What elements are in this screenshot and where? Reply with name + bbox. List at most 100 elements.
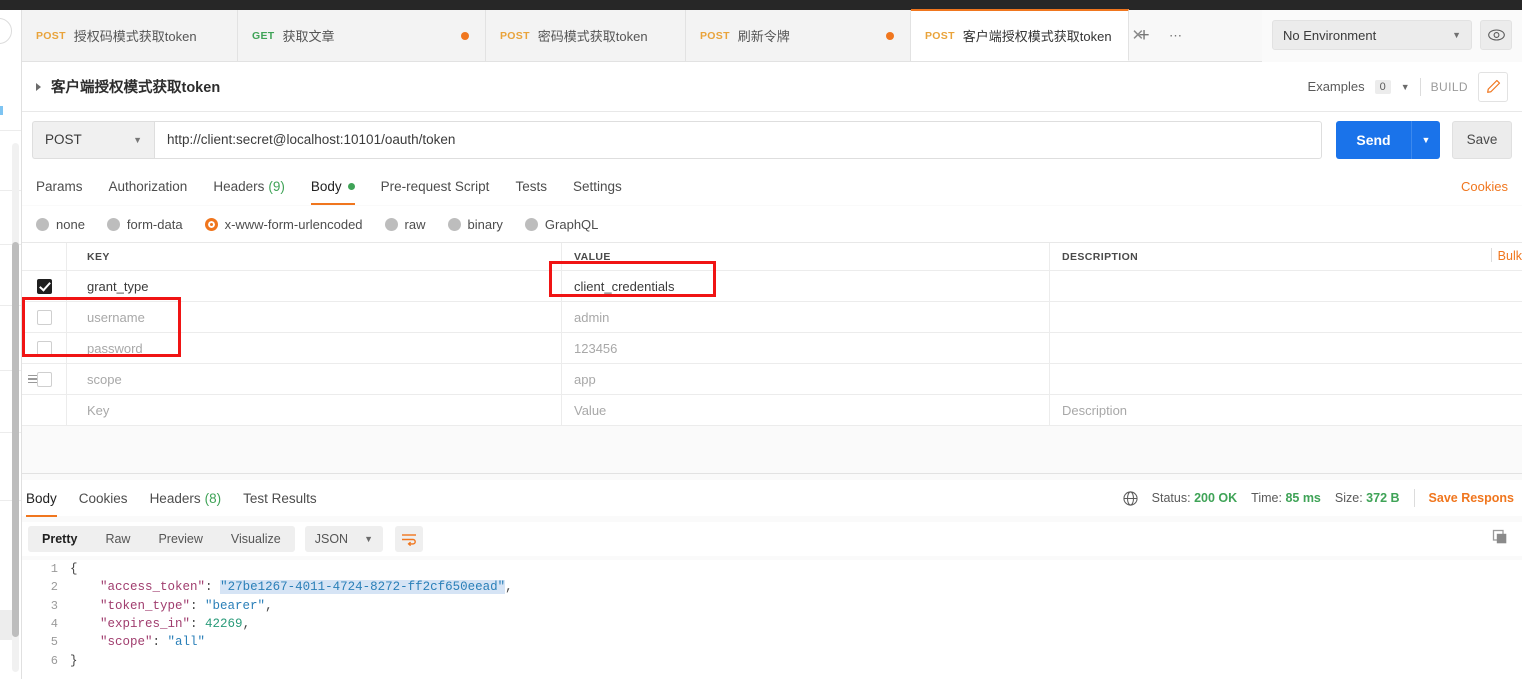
line-number: 1: [50, 562, 58, 577]
row-key-cell[interactable]: username: [67, 302, 562, 332]
new-row-description-input[interactable]: Description: [1050, 395, 1522, 425]
tab-body[interactable]: Body: [310, 167, 355, 205]
response-status-bar: Status: 200 OK Time: 85 ms Size: 372 B S…: [1123, 489, 1518, 507]
row-description-cell[interactable]: [1050, 302, 1522, 332]
header-cell-value: VALUE: [562, 243, 1050, 270]
row-key-cell[interactable]: grant_type: [67, 271, 562, 301]
send-options-chevron-icon[interactable]: ▼: [1411, 120, 1440, 159]
body-type-raw[interactable]: raw: [384, 217, 426, 232]
tab-label: Pre-request Script: [380, 178, 490, 194]
environment-selector[interactable]: No Environment ▼: [1272, 20, 1472, 50]
tab-label: Body: [310, 178, 342, 194]
row-checkbox[interactable]: [36, 340, 52, 356]
response-format-selector[interactable]: JSON ▼: [304, 526, 383, 552]
view-mode-visualize[interactable]: Visualize: [217, 526, 295, 552]
pencil-icon[interactable]: [1478, 71, 1508, 102]
new-row-value-input[interactable]: Value: [562, 395, 1050, 425]
close-icon[interactable]: ✕: [1132, 28, 1145, 43]
request-tab-1[interactable]: GET 获取文章: [238, 10, 486, 61]
body-type-x-www-form-urlencoded[interactable]: x-www-form-urlencoded: [204, 217, 363, 232]
chevron-down-icon[interactable]: ▼: [1401, 82, 1410, 92]
copy-icon[interactable]: [1492, 529, 1508, 550]
row-value-cell[interactable]: app: [562, 364, 1050, 394]
eye-icon[interactable]: [1480, 20, 1512, 50]
tab-label: Body: [26, 490, 57, 506]
radio-label: none: [56, 216, 85, 232]
save-button[interactable]: Save: [1452, 120, 1512, 159]
table-new-row[interactable]: Key Value Description: [22, 395, 1522, 426]
request-tab-0[interactable]: POST 授权码模式获取token: [22, 10, 238, 61]
new-row-key-input[interactable]: Key: [67, 395, 562, 425]
row-description-cell[interactable]: [1050, 364, 1522, 394]
response-tab-body[interactable]: Body: [26, 479, 57, 517]
view-mode-pretty[interactable]: Pretty: [28, 526, 91, 552]
body-params-table: KEY VALUE DESCRIPTION ellipsis-icon Bulk: [22, 242, 1522, 426]
save-response-link[interactable]: Save Respons: [1429, 491, 1514, 505]
table-row[interactable]: scope app: [22, 364, 1522, 395]
response-tab-cookies[interactable]: Cookies: [79, 479, 128, 517]
bulk-edit-link[interactable]: Bulk: [1498, 249, 1522, 263]
view-mode-preview[interactable]: Preview: [144, 526, 216, 552]
table-row[interactable]: username admin: [22, 302, 1522, 333]
body-type-graphql[interactable]: GraphQL: [524, 217, 598, 232]
tab-params[interactable]: Params: [36, 167, 83, 205]
header-cell-key: KEY: [67, 243, 562, 270]
view-mode-raw[interactable]: Raw: [91, 526, 144, 552]
ellipsis-icon[interactable]: ⋯: [1159, 10, 1193, 61]
response-tab-headers[interactable]: Headers (8): [150, 479, 222, 517]
row-description-cell[interactable]: [1050, 333, 1522, 363]
code-token: "token_type": [100, 598, 191, 613]
code-token: "expires_in": [100, 617, 191, 632]
row-value-cell[interactable]: admin: [562, 302, 1050, 332]
request-tab-3[interactable]: POST 刷新令牌: [686, 10, 911, 61]
word-wrap-icon[interactable]: [395, 526, 423, 552]
table-row[interactable]: password 123456: [22, 333, 1522, 364]
breadcrumb: 客户端授权模式获取token Examples 0 ▼ BUILD: [22, 62, 1522, 112]
body-type-form-data[interactable]: form-data: [106, 217, 183, 232]
status-label: Status:: [1151, 491, 1191, 505]
table-row[interactable]: grant_type client_credentials: [22, 271, 1522, 302]
expand-triangle-icon[interactable]: [36, 82, 41, 91]
sidebar-scrollbar-thumb[interactable]: [12, 242, 19, 637]
status-group: Status: 200 OK: [1152, 491, 1238, 505]
tab-label: Headers: [213, 178, 265, 194]
environment-area: No Environment ▼: [1272, 20, 1512, 50]
code-token: :: [190, 598, 206, 613]
cookies-link[interactable]: Cookies: [1461, 179, 1508, 194]
build-label[interactable]: BUILD: [1431, 80, 1468, 94]
send-button[interactable]: Send: [1336, 120, 1411, 159]
http-method-selector[interactable]: POST ▼: [32, 120, 154, 159]
body-type-none[interactable]: none: [36, 217, 85, 232]
request-tab-4-active[interactable]: POST 客户端授权模式获取token ✕: [911, 9, 1144, 61]
code-token: "scope": [100, 635, 153, 650]
row-description-cell[interactable]: [1050, 271, 1522, 301]
response-tabs: Body Cookies Headers (8) Test Results St…: [22, 479, 1522, 517]
code-token: "bearer": [205, 598, 266, 613]
url-input[interactable]: http://client:secret@localhost:10101/oau…: [154, 120, 1322, 159]
response-body-code[interactable]: 1 { 2 "access_token": "27be1267-4011-472…: [22, 560, 1522, 679]
size-group: Size: 372 B: [1335, 491, 1400, 505]
row-checkbox[interactable]: [36, 309, 52, 325]
tab-tests[interactable]: Tests: [515, 167, 547, 205]
tab-pre-request-script[interactable]: Pre-request Script: [381, 167, 490, 205]
request-tab-2[interactable]: POST 密码模式获取token: [486, 10, 686, 61]
response-tab-test-results[interactable]: Test Results: [243, 479, 317, 517]
row-checkbox-cell: [22, 302, 67, 332]
header-cell-description: DESCRIPTION ellipsis-icon Bulk: [1062, 248, 1522, 263]
row-checkbox[interactable]: [36, 371, 52, 387]
row-value-cell[interactable]: 123456: [562, 333, 1050, 363]
tab-method-label: POST: [36, 29, 66, 42]
row-value-cell[interactable]: client_credentials: [562, 271, 1050, 301]
status-badge: 200 OK: [1194, 491, 1238, 505]
unsaved-dot-icon: [461, 31, 469, 40]
body-type-binary[interactable]: binary: [447, 217, 503, 232]
tab-label: Params: [36, 178, 83, 194]
tab-headers[interactable]: Headers (9): [213, 167, 285, 205]
tab-authorization[interactable]: Authorization: [109, 167, 188, 205]
row-key-cell[interactable]: password: [67, 333, 562, 363]
tab-label: Settings: [572, 178, 622, 194]
row-checkbox[interactable]: [36, 278, 52, 294]
body-present-dot-icon: [347, 182, 355, 190]
tab-settings[interactable]: Settings: [573, 167, 622, 205]
row-key-cell[interactable]: scope: [67, 364, 562, 394]
